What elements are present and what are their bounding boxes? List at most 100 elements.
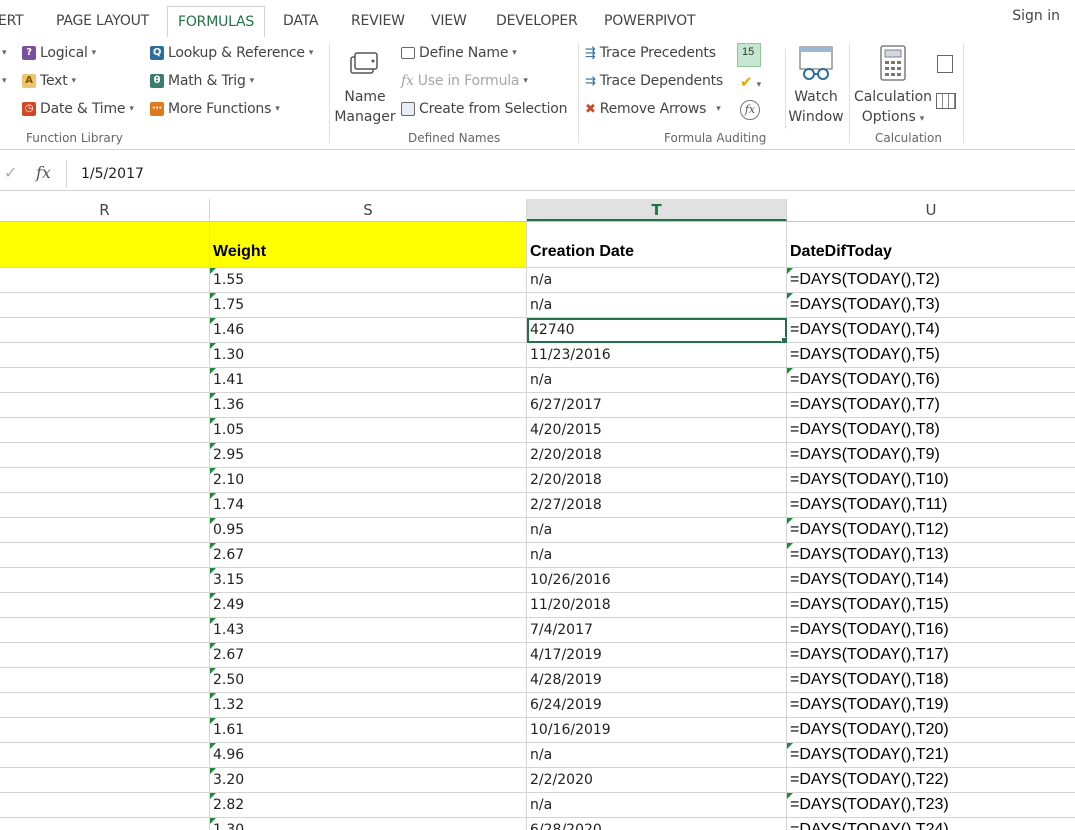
cell-r[interactable]	[0, 643, 210, 668]
cell-datediff[interactable]: =DAYS(TODAY(),T5)	[787, 343, 1075, 368]
chevron-down-icon[interactable]: ▾	[2, 47, 7, 58]
cell-datediff[interactable]: =DAYS(TODAY(),T15)	[787, 593, 1075, 618]
cell-weight[interactable]: 2.67	[210, 543, 527, 568]
more-functions-button[interactable]: ⋯ More Functions ▾	[150, 101, 280, 117]
tab-review[interactable]: REVIEW	[351, 4, 405, 36]
cell-r[interactable]	[0, 418, 210, 443]
fill-handle[interactable]	[781, 337, 786, 342]
cell-datediff[interactable]: =DAYS(TODAY(),T8)	[787, 418, 1075, 443]
cell-weight[interactable]: 1.41	[210, 368, 527, 393]
cell-datediff[interactable]: =DAYS(TODAY(),T21)	[787, 743, 1075, 768]
cell-creation-date[interactable]: n/a	[527, 743, 787, 768]
column-header-s[interactable]: S	[210, 199, 527, 221]
cell-r[interactable]	[0, 343, 210, 368]
cell-creation-date[interactable]: 6/24/2019	[527, 693, 787, 718]
cell-weight[interactable]: 1.30	[210, 818, 527, 830]
lookup-reference-button[interactable]: Q Lookup & Reference ▾	[150, 45, 313, 61]
formula-input[interactable]: 1/5/2017	[66, 160, 1075, 188]
cell-weight[interactable]: 1.43	[210, 618, 527, 643]
tab-page-layout[interactable]: PAGE LAYOUT	[56, 4, 149, 36]
cell-creation-date[interactable]: 11/23/2016	[527, 343, 787, 368]
column-header-u[interactable]: U	[787, 199, 1075, 221]
cell-weight[interactable]: 3.20	[210, 768, 527, 793]
cell-datediff[interactable]: =DAYS(TODAY(),T3)	[787, 293, 1075, 318]
cell-creation-date[interactable]: n/a	[527, 293, 787, 318]
header-creation-date[interactable]: Creation Date	[527, 222, 787, 268]
tab-powerpivot[interactable]: POWERPIVOT	[604, 4, 696, 36]
tab-insert[interactable]: ERT	[0, 4, 24, 36]
cell-weight[interactable]: 3.15	[210, 568, 527, 593]
cell-weight[interactable]: 1.74	[210, 493, 527, 518]
header-weight[interactable]: Weight	[210, 222, 527, 268]
show-formulas-button[interactable]: 15	[737, 43, 761, 67]
tab-formulas[interactable]: FORMULAS	[167, 6, 266, 38]
cell-weight[interactable]: 1.30	[210, 343, 527, 368]
cell-weight[interactable]: 1.61	[210, 718, 527, 743]
header-datediff[interactable]: DateDifToday	[787, 222, 1075, 268]
cell-datediff[interactable]: =DAYS(TODAY(),T17)	[787, 643, 1075, 668]
cell-creation-date[interactable]: 4/20/2015	[527, 418, 787, 443]
cell-datediff[interactable]: =DAYS(TODAY(),T9)	[787, 443, 1075, 468]
cell-datediff[interactable]: =DAYS(TODAY(),T13)	[787, 543, 1075, 568]
cell-r[interactable]	[0, 818, 210, 830]
trace-dependents-button[interactable]: ⇉ Trace Dependents	[585, 73, 723, 89]
calculate-sheet-icon[interactable]	[936, 93, 956, 109]
cell-creation-date[interactable]: 4/28/2019	[527, 668, 787, 693]
cell-weight[interactable]: 1.55	[210, 268, 527, 293]
cell-weight[interactable]: 2.49	[210, 593, 527, 618]
cell-weight[interactable]: 2.67	[210, 643, 527, 668]
use-in-formula-button[interactable]: fx Use in Formula ▾	[401, 73, 528, 89]
date-time-button[interactable]: ◷ Date & Time ▾	[22, 101, 134, 117]
cell-creation-date[interactable]: 6/27/2017	[527, 393, 787, 418]
cell-r[interactable]	[0, 793, 210, 818]
cell-r[interactable]	[0, 693, 210, 718]
cell-weight[interactable]: 1.36	[210, 393, 527, 418]
cell-r[interactable]	[0, 368, 210, 393]
cell-r[interactable]	[0, 593, 210, 618]
name-manager-button[interactable]: Name Manager	[333, 43, 397, 129]
cell-datediff[interactable]: =DAYS(TODAY(),T11)	[787, 493, 1075, 518]
cell-creation-date[interactable]: 2/27/2018	[527, 493, 787, 518]
cell-datediff[interactable]: =DAYS(TODAY(),T14)	[787, 568, 1075, 593]
cell-weight[interactable]: 2.95	[210, 443, 527, 468]
cell-weight[interactable]: 1.75	[210, 293, 527, 318]
cell-datediff[interactable]: =DAYS(TODAY(),T10)	[787, 468, 1075, 493]
cell-r[interactable]	[0, 268, 210, 293]
cell-r[interactable]	[0, 768, 210, 793]
cell-r[interactable]	[0, 618, 210, 643]
calculate-now-icon[interactable]	[937, 55, 953, 73]
cell-creation-date[interactable]: n/a	[527, 793, 787, 818]
cell-weight[interactable]: 2.50	[210, 668, 527, 693]
cell-creation-date[interactable]: 4/17/2019	[527, 643, 787, 668]
create-from-selection-button[interactable]: Create from Selection	[401, 101, 568, 117]
define-name-button[interactable]: Define Name ▾	[401, 45, 517, 61]
cell-weight[interactable]: 1.32	[210, 693, 527, 718]
tab-data[interactable]: DATA	[283, 4, 318, 36]
cell-creation-date[interactable]: 42740	[527, 318, 787, 343]
cell-weight[interactable]: 4.96	[210, 743, 527, 768]
cell-r[interactable]	[0, 318, 210, 343]
cell-datediff[interactable]: =DAYS(TODAY(),T6)	[787, 368, 1075, 393]
cell-r[interactable]	[0, 393, 210, 418]
header-cell-r[interactable]	[0, 222, 210, 268]
cell-datediff[interactable]: =DAYS(TODAY(),T23)	[787, 793, 1075, 818]
sign-in-link[interactable]: Sign in	[1012, 8, 1060, 24]
cell-r[interactable]	[0, 443, 210, 468]
cell-weight[interactable]: 0.95	[210, 518, 527, 543]
cell-datediff[interactable]: =DAYS(TODAY(),T7)	[787, 393, 1075, 418]
cell-weight[interactable]: 2.82	[210, 793, 527, 818]
cell-datediff[interactable]: =DAYS(TODAY(),T19)	[787, 693, 1075, 718]
column-header-r[interactable]: R	[0, 199, 210, 221]
error-checking-button[interactable]: ✔ ▾	[740, 73, 761, 92]
text-button[interactable]: A Text ▾	[22, 73, 76, 89]
tab-developer[interactable]: DEVELOPER	[496, 4, 578, 36]
cell-datediff[interactable]: =DAYS(TODAY(),T18)	[787, 668, 1075, 693]
cell-weight[interactable]: 1.46	[210, 318, 527, 343]
cell-datediff[interactable]: =DAYS(TODAY(),T2)	[787, 268, 1075, 293]
cell-creation-date[interactable]: n/a	[527, 518, 787, 543]
trace-precedents-button[interactable]: ⇶ Trace Precedents	[585, 45, 716, 61]
cell-datediff[interactable]: =DAYS(TODAY(),T20)	[787, 718, 1075, 743]
cell-r[interactable]	[0, 493, 210, 518]
cell-creation-date[interactable]: n/a	[527, 543, 787, 568]
cell-creation-date[interactable]: 2/20/2018	[527, 443, 787, 468]
